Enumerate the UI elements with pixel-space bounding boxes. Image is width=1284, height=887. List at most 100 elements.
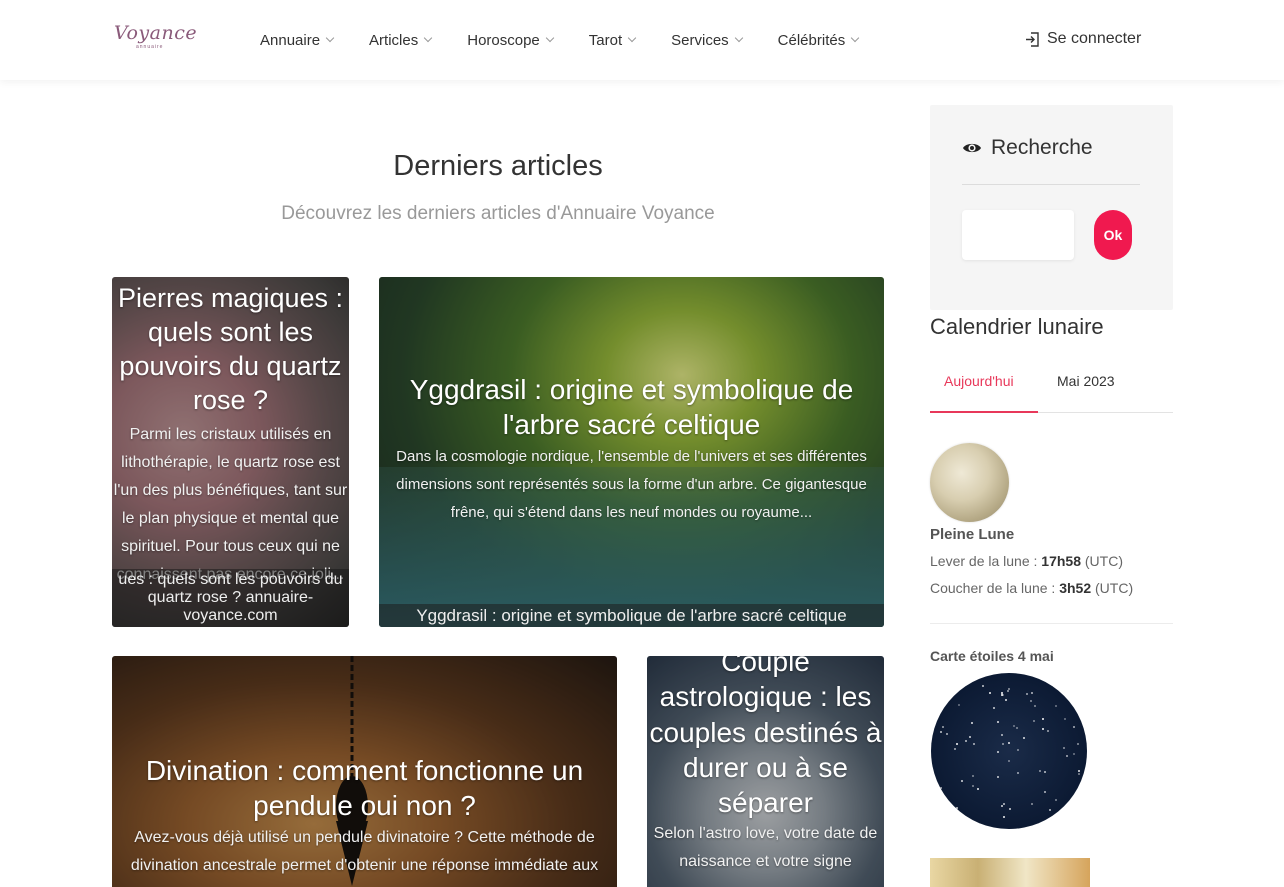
star-dot [972,775,974,777]
article-card-yggdrasil[interactable]: Yggdrasil : origine et symbolique de l'a… [379,277,884,627]
article-card-pendule[interactable]: Divination : comment fonctionne un pendu… [112,656,617,887]
page-title: Derniers articles [393,150,603,182]
article-card-quartz[interactable]: Pierres magiques : quels sont les pouvoi… [112,277,349,627]
star-dot [950,811,952,813]
nav-celebrites[interactable]: Célébrités [777,31,860,49]
moonset-label: Coucher de la lune : [930,580,1060,596]
article-content: Yggdrasil : origine et symbolique de l'a… [379,372,884,527]
star-dot [1007,690,1009,692]
chevron-down-icon [850,33,860,43]
article-title: Couple astrologique : les couples destin… [649,656,882,819]
star-map-title: Carte étoiles 4 mai [930,648,1054,664]
star-dot [1066,755,1068,757]
article-content: Pierres magiques : quels sont les pouvoi… [112,281,349,589]
divider [962,184,1140,185]
nav-label: Horoscope [467,31,540,49]
star-dot [997,751,999,753]
star-dot [950,804,952,806]
nav-horoscope[interactable]: Horoscope [467,31,555,49]
star-dot [971,722,973,724]
chevron-down-icon [545,33,555,43]
star-map-disk [931,673,1087,829]
star-dot [942,726,944,728]
star-dot [950,684,952,686]
divider [930,623,1173,624]
chevron-down-icon [325,33,335,43]
star-dot [1003,816,1005,818]
star-dot [1044,771,1046,773]
star-dot [1042,728,1044,730]
lunar-calendar-title: Calendrier lunaire [930,314,1104,339]
star-dot [1047,730,1049,732]
nav-label: Annuaire [260,31,321,49]
star-dot [951,691,953,693]
active-tab-indicator [930,411,1038,413]
nav-label: Célébrités [777,31,846,49]
star-dot [1075,811,1077,813]
nav-label: Tarot [588,31,623,49]
site-header: Voyance annuaire Annuaire Articles Horos… [0,0,1284,80]
star-dot [972,785,974,787]
logo-wordmark: Voyance [114,22,198,44]
star-dot [1039,770,1041,772]
star-dot [982,685,984,687]
star-dot [1078,773,1080,775]
tab-today[interactable]: Aujourd'hui [944,373,1014,389]
article-card-couple[interactable]: Couple astrologique : les couples destin… [647,656,884,887]
article-title: Pierres magiques : quels sont les pouvoi… [117,283,344,416]
moonset-time: 3h52 [1059,580,1092,596]
article-content: Couple astrologique : les couples destin… [647,656,884,876]
star-dot [973,743,975,745]
article-excerpt: Parmi les cristaux utilisés en lithothér… [113,426,348,583]
star-dot [1042,718,1044,720]
star-dot [969,736,971,738]
star-dot [1031,692,1033,694]
star-dot [1063,747,1065,749]
image-caption: ues : quels sont les pouvoirs du quartz … [112,569,349,627]
nav-tarot[interactable]: Tarot [588,31,637,49]
search-submit-button[interactable]: Ok [1094,210,1132,260]
article-title: Divination : comment fonctionne un pendu… [145,755,584,822]
article-excerpt: Dans la cosmologie nordique, l'ensemble … [396,447,867,521]
star-dot [997,776,999,778]
star-dot [1055,705,1057,707]
star-dot [1077,743,1079,745]
nav-annuaire[interactable]: Annuaire [260,31,335,49]
star-dot [1033,720,1035,722]
chevron-down-icon [423,33,433,43]
moonrise-label: Lever de la lune : [930,553,1042,569]
star-dot [1001,694,1003,696]
star-dot [1003,803,1005,805]
star-dot [1009,808,1011,810]
image-caption: Yggdrasil : origine et symbolique de l'a… [379,604,884,627]
star-dot [1073,726,1075,728]
star-dot [977,788,979,790]
search-widget: Recherche Ok [930,105,1173,310]
search-input[interactable] [962,210,1074,260]
eye-icon [963,143,981,153]
star-dot [954,748,956,750]
star-dot [1055,799,1057,801]
login-link[interactable]: Se connecter [1024,30,1141,48]
tab-month[interactable]: Mai 2023 [1057,373,1115,389]
star-dot [993,707,995,709]
star-dot [1008,742,1010,744]
star-dot [1002,743,1004,745]
star-dot [1001,692,1003,694]
moonrise-tz: (UTC) [1081,553,1123,569]
star-dot [961,780,963,782]
star-map-image[interactable] [930,672,1088,830]
logo-subtitle: annuaire [136,44,164,50]
site-logo[interactable]: Voyance annuaire [114,22,198,58]
chevron-down-icon [734,33,743,43]
star-dot [1049,809,1051,811]
star-dot [1008,760,1010,762]
star-dot [1017,749,1019,751]
tarot-thumbnail[interactable] [930,858,1090,887]
article-excerpt: Selon l'astro love, votre date de naissa… [653,825,878,871]
nav-articles[interactable]: Articles [369,32,433,49]
star-dot [1031,803,1033,805]
moon-phase-name: Pleine Lune [930,526,1015,543]
nav-services[interactable]: Services [671,32,743,49]
login-label: Se connecter [1047,30,1142,47]
